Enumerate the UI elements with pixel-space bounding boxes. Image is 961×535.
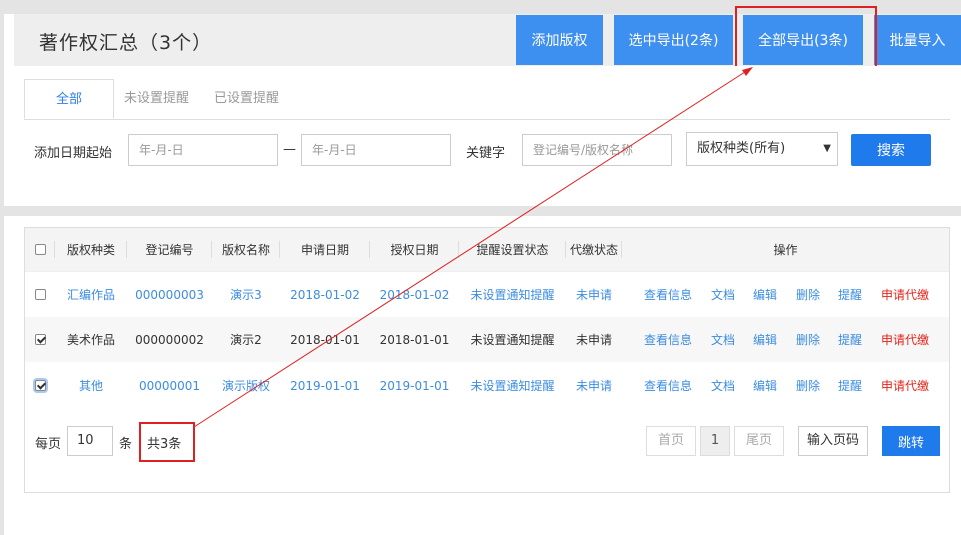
table-row: 其他 00000001 演示版权 2019-01-01 2019-01-01 未… — [25, 363, 949, 408]
remind-link[interactable]: 提醒 — [832, 317, 868, 362]
apply-pay-link[interactable]: 申请代缴 — [873, 317, 937, 362]
first-page-button[interactable]: 首页 — [646, 426, 696, 456]
row-checkbox[interactable] — [34, 334, 46, 345]
cell-name[interactable]: 演示2 — [212, 317, 280, 362]
document-link[interactable]: 文档 — [705, 272, 741, 317]
cell-remind-status: 未设置通知提醒 — [470, 333, 555, 347]
cell-remind-status: 未设置通知提醒 — [470, 288, 555, 302]
view-info-link[interactable]: 查看信息 — [635, 272, 701, 317]
cell-grant-date: 2019-01-01 — [379, 378, 450, 393]
column-header-apply-date: 申请日期 — [280, 228, 370, 271]
date-separator: — — [283, 142, 296, 157]
batch-import-button[interactable]: 批量导入 — [874, 15, 961, 65]
date-start-input[interactable]: 年-月-日 — [128, 134, 278, 166]
filter-panel: 全部 未设置提醒 已设置提醒 添加日期起始 年-月-日 — 年-月-日 关键字 … — [14, 66, 961, 206]
tab-reminder-set[interactable]: 已设置提醒 — [214, 79, 279, 119]
apply-pay-link[interactable]: 申请代缴 — [873, 363, 937, 408]
delete-link[interactable]: 删除 — [790, 317, 826, 362]
cell-apply-date: 2019-01-01 — [290, 378, 360, 393]
view-info-link[interactable]: 查看信息 — [635, 363, 701, 408]
date-end-input[interactable]: 年-月-日 — [301, 134, 451, 166]
per-page-label: 每页 — [35, 437, 62, 452]
cell-type: 汇编作品 — [66, 288, 115, 302]
column-header-reg-no: 登记编号 — [127, 228, 212, 271]
cell-reg-no[interactable]: 00000001 — [127, 363, 212, 408]
edit-link[interactable]: 编辑 — [747, 272, 783, 317]
edit-link[interactable]: 编辑 — [747, 363, 783, 408]
row-checkbox[interactable] — [34, 289, 46, 300]
cell-name[interactable]: 演示版权 — [212, 363, 280, 408]
select-all-checkbox[interactable] — [34, 244, 46, 255]
table-row: 美术作品 000000002 演示2 2018-01-01 2018-01-01… — [25, 317, 949, 362]
cell-apply-date: 2018-01-01 — [290, 332, 360, 347]
export-selected-button[interactable]: 选中导出(2条) — [614, 15, 733, 65]
cell-type: 美术作品 — [66, 333, 115, 347]
page-number-input[interactable]: 输入页码 — [798, 426, 868, 456]
document-link[interactable]: 文档 — [705, 317, 741, 362]
per-page-input[interactable]: 10 — [67, 426, 113, 456]
page-number-button[interactable]: 1 — [700, 426, 730, 456]
table-header-row: 版权种类 登记编号 版权名称 申请日期 授权日期 提醒设置状态 代缴状态 操作 — [25, 228, 949, 271]
date-range-label: 添加日期起始 — [34, 146, 113, 161]
keyword-label: 关键字 — [466, 146, 506, 161]
cell-grant-date: 2018-01-01 — [379, 332, 450, 347]
column-header-actions: 操作 — [773, 243, 798, 257]
select-all-cell — [25, 228, 55, 271]
apply-pay-link[interactable]: 申请代缴 — [873, 272, 937, 317]
table-row: 汇编作品 000000003 演示3 2018-01-02 2018-01-02… — [25, 271, 949, 317]
page-title: 著作权汇总（3个） — [39, 32, 213, 54]
column-header-grant-date: 授权日期 — [370, 228, 459, 271]
document-link[interactable]: 文档 — [705, 363, 741, 408]
tab-no-reminder[interactable]: 未设置提醒 — [124, 79, 189, 119]
cell-remind-status: 未设置通知提醒 — [470, 379, 555, 393]
edit-link[interactable]: 编辑 — [747, 317, 783, 362]
add-copyright-button[interactable]: 添加版权 — [516, 15, 603, 65]
cell-pay-status: 未申请 — [575, 333, 612, 347]
row-checkbox[interactable] — [34, 380, 46, 391]
cell-type: 其他 — [78, 379, 103, 393]
cell-name[interactable]: 演示3 — [212, 272, 280, 317]
cell-reg-no[interactable]: 000000002 — [127, 317, 212, 362]
per-page-unit: 条 — [119, 437, 133, 452]
remind-link[interactable]: 提醒 — [832, 363, 868, 408]
column-header-pay-status: 代缴状态 — [566, 228, 622, 271]
section-divider-band — [0, 206, 961, 216]
copyright-type-select[interactable]: 版权种类(所有) ▼ — [686, 132, 838, 166]
dropdown-caret-icon: ▼ — [823, 143, 831, 154]
cell-pay-status: 未申请 — [575, 288, 612, 302]
column-header-type: 版权种类 — [55, 228, 127, 271]
copyright-type-select-value: 版权种类(所有) — [697, 141, 786, 156]
jump-button[interactable]: 跳转 — [882, 426, 940, 456]
search-button[interactable]: 搜索 — [851, 134, 931, 166]
left-background-edge — [0, 0, 4, 535]
tab-all[interactable]: 全部 — [24, 79, 114, 119]
last-page-button[interactable]: 尾页 — [734, 426, 784, 456]
total-count-highlight-box — [139, 422, 195, 462]
cell-reg-no[interactable]: 000000003 — [127, 272, 212, 317]
delete-link[interactable]: 删除 — [790, 363, 826, 408]
cell-pay-status: 未申请 — [575, 379, 612, 393]
view-info-link[interactable]: 查看信息 — [635, 317, 701, 362]
tab-bar: 全部 未设置提醒 已设置提醒 — [24, 79, 950, 120]
remind-link[interactable]: 提醒 — [832, 272, 868, 317]
delete-link[interactable]: 删除 — [790, 272, 826, 317]
column-header-name: 版权名称 — [212, 228, 280, 271]
cell-apply-date: 2018-01-02 — [290, 287, 360, 302]
cell-grant-date: 2018-01-02 — [379, 287, 450, 302]
column-header-remind-status: 提醒设置状态 — [459, 228, 566, 271]
keyword-input[interactable]: 登记编号/版权名称 — [522, 134, 672, 166]
